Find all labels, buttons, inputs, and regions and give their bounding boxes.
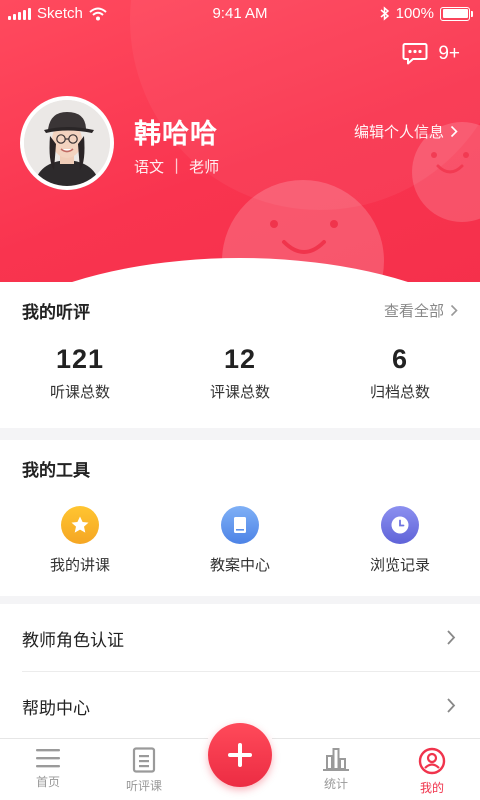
document-icon <box>132 747 156 773</box>
message-icon <box>402 43 428 65</box>
menu-label: 帮助中心 <box>22 699 90 719</box>
view-all-label: 查看全部 <box>383 302 444 320</box>
tool-label: 我的讲课 <box>49 556 110 574</box>
clock-icon <box>381 506 419 544</box>
view-all-link[interactable]: 查看全部 <box>384 300 458 321</box>
subtitle-separator: | <box>174 156 180 174</box>
tool-label: 浏览记录 <box>369 556 430 574</box>
bar-chart-icon <box>323 748 349 771</box>
menu-teacher-verification[interactable]: 教师角色认证 <box>0 604 480 672</box>
bluetooth-icon <box>380 6 389 21</box>
chevron-right-icon <box>447 630 456 645</box>
stat-archived[interactable]: 6 归档总数 <box>320 344 480 402</box>
add-button[interactable] <box>208 723 272 787</box>
star-icon <box>61 506 99 544</box>
stat-lessons-reviewed[interactable]: 12 评课总数 <box>160 344 320 402</box>
tab-profile[interactable]: 我的 <box>384 739 480 800</box>
stat-label: 听课总数 <box>49 383 110 401</box>
stat-value: 121 <box>55 344 105 374</box>
profile-header: Sketch 9:41 AM 100% 9+ 韩哈哈 语文 | 老师 编辑个人信… <box>0 0 480 290</box>
user-photo <box>24 100 110 186</box>
battery-percent: 100% <box>395 5 434 22</box>
tool-lesson-plans[interactable]: 教案中心 <box>160 506 320 575</box>
tab-statistics[interactable]: 统计 <box>288 739 384 800</box>
tab-home[interactable]: 首页 <box>0 739 96 800</box>
user-name: 韩哈哈 <box>134 119 218 150</box>
tab-label: 我的 <box>419 781 444 795</box>
edit-profile-link[interactable]: 编辑个人信息 <box>354 121 458 142</box>
stat-lessons-observed[interactable]: 121 听课总数 <box>0 344 160 402</box>
stat-value: 6 <box>391 344 409 374</box>
user-subject: 语文 <box>134 158 165 176</box>
user-subtitle: 语文 | 老师 <box>134 156 219 177</box>
chevron-right-icon <box>450 125 458 138</box>
avatar[interactable] <box>20 96 114 190</box>
reviews-card: 我的听评 查看全部 121 听课总数 12 评课总数 6 归档总数 <box>0 282 480 428</box>
menu-icon <box>36 749 60 768</box>
messages-button[interactable]: 9+ <box>402 42 460 66</box>
reviews-title: 我的听评 <box>22 303 90 323</box>
book-icon <box>221 506 259 544</box>
stat-label: 归档总数 <box>369 383 430 401</box>
tools-title: 我的工具 <box>22 461 90 481</box>
edit-profile-label: 编辑个人信息 <box>353 123 444 141</box>
user-role: 老师 <box>189 158 220 176</box>
tab-lesson-review[interactable]: 听评课 <box>96 739 192 800</box>
tool-my-lectures[interactable]: 我的讲课 <box>0 506 160 575</box>
stat-value: 12 <box>223 344 257 374</box>
stat-label: 评课总数 <box>209 383 270 401</box>
tab-label: 统计 <box>323 777 348 791</box>
tool-browse-history[interactable]: 浏览记录 <box>320 506 480 575</box>
tool-label: 教案中心 <box>209 556 270 574</box>
chevron-right-icon <box>447 698 456 713</box>
battery-icon <box>440 6 473 21</box>
chevron-right-icon <box>450 304 458 317</box>
tab-label: 听评课 <box>125 779 162 793</box>
plus-icon <box>228 743 252 767</box>
tools-card: 我的工具 我的讲课 教案中心 浏览记录 <box>0 440 480 596</box>
status-bar: Sketch 9:41 AM 100% <box>0 0 480 28</box>
user-icon <box>418 747 446 775</box>
message-count-badge: 9+ <box>438 43 460 64</box>
tab-label: 首页 <box>35 775 60 789</box>
menu-label: 教师角色认证 <box>22 631 124 651</box>
